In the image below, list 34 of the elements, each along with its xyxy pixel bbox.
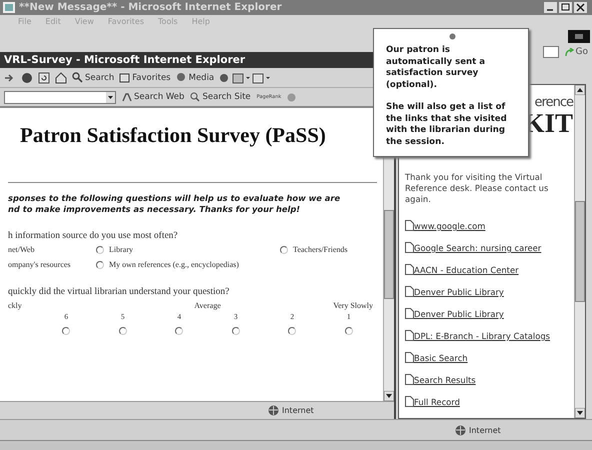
toolbar-button[interactable]: Search Site	[190, 92, 251, 102]
option-label: My own references (e.g., encyclopedias)	[109, 260, 239, 269]
zone-label: Internet	[469, 426, 501, 434]
option-label: ompany's resources	[8, 260, 71, 269]
zone-label: Internet	[282, 406, 314, 415]
visited-link[interactable]: Search Results	[414, 375, 476, 385]
toolbar-button[interactable]: Search	[72, 72, 114, 83]
page-heading: Patron Satisfaction Survey (PaSS)	[20, 123, 327, 148]
thank-you-message: Thank you for visiting the Virtual Reference desk. Please contact us again.	[405, 172, 550, 205]
visited-link[interactable]: Full Record	[414, 397, 460, 407]
option-label: net/Web	[8, 245, 34, 254]
toolbar-button[interactable]: Favorites	[119, 72, 171, 83]
toolbar-button[interactable]: Search Web	[122, 92, 184, 102]
window-title: VRL-Survey - Microsoft Internet Explorer	[4, 54, 246, 66]
visited-link[interactable]: Denver Public Library	[414, 309, 504, 319]
visited-link[interactable]: www.google.com	[414, 221, 486, 231]
scale-label: ckly	[8, 301, 22, 310]
scale-label: Average	[194, 301, 221, 310]
window-title: **New Message** - Microsoft Internet Explorer	[19, 2, 282, 13]
option-label: Library	[109, 245, 133, 254]
callout-text: Our patron is automatically sent a satisfaction survey (optional).	[386, 45, 486, 91]
visited-link[interactable]: Google Search: nursing career	[414, 243, 542, 253]
toolbar-button[interactable]: Media	[176, 72, 214, 83]
visited-link[interactable]: AACN - Education Center	[414, 265, 519, 275]
question-text: h information source do you use most often?	[8, 231, 179, 241]
callout-text: She will also get a list of the links that she visited with the librarian during the session.	[386, 102, 508, 148]
intro-text: sponses to the following questions will help us to evaluate how we are nd to make improvements as necessary. Thanks for your help!	[8, 193, 342, 215]
visited-link[interactable]: Denver Public Library	[414, 287, 504, 297]
option-label: Teachers/Friends	[293, 245, 348, 254]
scale-label: Very Slowly	[333, 301, 373, 310]
go-button[interactable]: Go	[564, 47, 588, 57]
question-text: quickly did the virtual librarian understand your question?	[8, 287, 230, 297]
visited-link[interactable]: Basic Search	[414, 353, 468, 363]
visited-link[interactable]: DPL: E-Branch - Library Catalogs	[414, 331, 550, 341]
